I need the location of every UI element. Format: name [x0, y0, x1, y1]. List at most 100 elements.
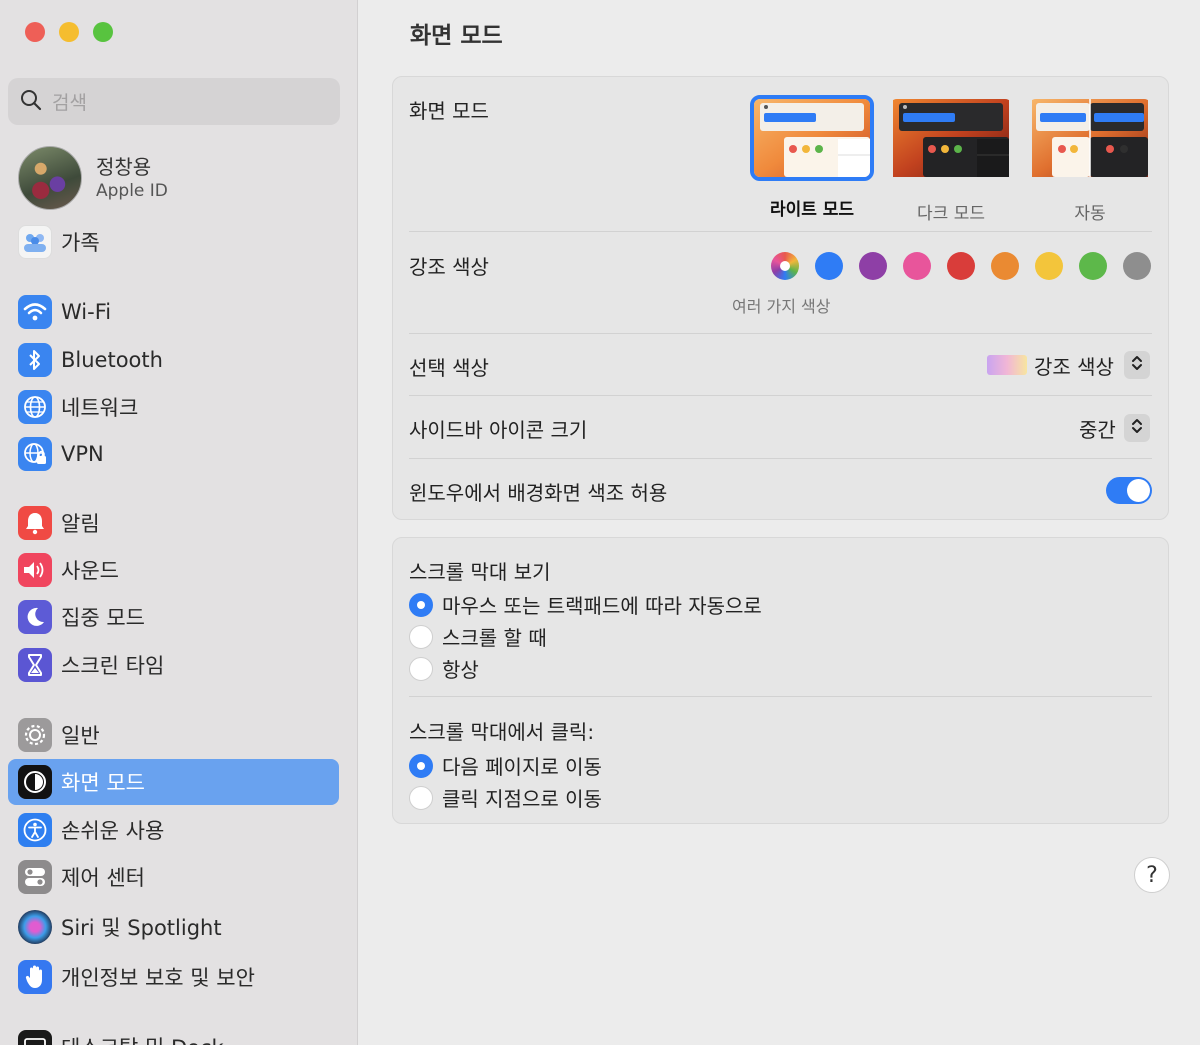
scrollbars-option-when-scrolling[interactable]: 스크롤 할 때	[409, 622, 547, 651]
sidebar-item-label: 알림	[61, 512, 100, 536]
account-name: 정창용	[96, 155, 152, 179]
sidebar-item-focus[interactable]: 집중 모드	[8, 594, 339, 640]
scrollbar-settings-card: 스크롤 막대 보기 마우스 또는 트랙패드에 따라 자동으로 스크롤 할 때 항…	[392, 537, 1169, 824]
bell-icon	[18, 506, 52, 540]
highlight-color-value[interactable]: 강조 색상	[1034, 351, 1114, 380]
divider	[409, 458, 1152, 459]
appearance-label: 화면 모드	[409, 99, 489, 123]
accent-swatch-green[interactable]	[1079, 252, 1107, 280]
divider	[409, 333, 1152, 334]
appearance-icon	[18, 765, 52, 799]
radio-button[interactable]	[409, 753, 433, 778]
highlight-color-preview	[987, 355, 1027, 375]
radio-label: 마우스 또는 트랙패드에 따라 자동으로	[442, 594, 762, 618]
search-icon	[20, 89, 42, 115]
accent-swatch-multicolor[interactable]	[771, 252, 799, 280]
sidebar-item-vpn[interactable]: VPN	[8, 431, 339, 477]
moon-icon	[18, 600, 52, 634]
divider	[409, 395, 1152, 396]
gear-icon	[18, 718, 52, 752]
appearance-option-label: 라이트 모드	[769, 200, 855, 220]
family-icon	[18, 225, 52, 259]
radio-button[interactable]	[409, 785, 433, 810]
appearance-option-light[interactable]: 라이트 모드	[750, 95, 874, 220]
wallpaper-tint-label: 윈도우에서 배경화면 색조 허용	[409, 481, 668, 505]
sidebar-item-general[interactable]: 일반	[8, 712, 339, 758]
search-input[interactable]: 검색	[8, 78, 340, 125]
sidebar-item-control-center[interactable]: 제어 센터	[8, 854, 339, 900]
radio-button[interactable]	[409, 624, 433, 649]
highlight-color-popup-button[interactable]	[1124, 351, 1150, 379]
sidebar-item-accessibility[interactable]: 손쉬운 사용	[8, 807, 339, 853]
minimize-window-button[interactable]	[59, 22, 79, 42]
sidebar-item-wifi[interactable]: Wi-Fi	[8, 289, 339, 335]
globe-icon	[18, 390, 52, 424]
bluetooth-icon	[18, 343, 52, 377]
toggle-knob	[1127, 479, 1150, 502]
accent-color-label: 강조 색상	[409, 255, 489, 279]
accent-swatch-red[interactable]	[947, 252, 975, 280]
sidebar-item-bluetooth[interactable]: Bluetooth	[8, 337, 339, 383]
show-scrollbars-label: 스크롤 막대 보기	[409, 560, 551, 584]
help-button[interactable]: ?	[1134, 857, 1170, 893]
sidebar-item-appearance[interactable]: 화면 모드	[8, 759, 339, 805]
sidebar-item-family[interactable]: 가족	[8, 219, 339, 265]
accent-swatch-yellow[interactable]	[1035, 252, 1063, 280]
sidebar-icon-size-label: 사이드바 아이콘 크기	[409, 418, 588, 442]
chevron-up-down-icon	[1131, 354, 1143, 376]
wallpaper-tint-toggle[interactable]	[1106, 477, 1152, 504]
accent-swatch-graphite[interactable]	[1123, 252, 1151, 280]
highlight-color-label: 선택 색상	[409, 356, 489, 380]
radio-label: 스크롤 할 때	[442, 626, 547, 650]
sidebar-item-label: Siri 및 Spotlight	[61, 916, 222, 940]
accent-swatch-purple[interactable]	[859, 252, 887, 280]
sidebar-item-desktop-dock[interactable]: 데스크탑 및 Dock	[8, 1024, 339, 1045]
speaker-icon	[18, 553, 52, 587]
close-window-button[interactable]	[25, 22, 45, 42]
page-title: 화면 모드	[410, 23, 503, 49]
sidebar-item-label: 사운드	[61, 559, 119, 583]
scrollbars-option-auto[interactable]: 마우스 또는 트랙패드에 따라 자동으로	[409, 590, 762, 619]
accent-swatch-orange[interactable]	[991, 252, 1019, 280]
sidebar-item-label: 제어 센터	[61, 866, 145, 890]
sidebar-item-siri-spotlight[interactable]: Siri 및 Spotlight	[8, 904, 339, 950]
sidebar-item-screen-time[interactable]: 스크린 타임	[8, 642, 339, 688]
vpn-globe-icon	[18, 437, 52, 471]
sidebar-item-sound[interactable]: 사운드	[8, 547, 339, 593]
scroll-click-option-next-page[interactable]: 다음 페이지로 이동	[409, 751, 602, 780]
wifi-icon	[18, 295, 52, 329]
zoom-window-button[interactable]	[93, 22, 113, 42]
dock-icon	[18, 1030, 52, 1045]
chevron-up-down-icon	[1131, 417, 1143, 439]
radio-button[interactable]	[409, 656, 433, 681]
sidebar-item-label: 집중 모드	[61, 606, 145, 630]
dark-mode-thumbnail	[889, 99, 1013, 185]
scrollbar-click-label: 스크롤 막대에서 클릭:	[409, 720, 595, 744]
sidebar-icon-size-value[interactable]: 중간	[1079, 414, 1116, 443]
appearance-option-label: 자동	[1074, 204, 1106, 224]
sidebar-item-notifications[interactable]: 알림	[8, 500, 339, 546]
light-mode-thumbnail	[750, 95, 874, 181]
sidebar-item-privacy-security[interactable]: 개인정보 보호 및 보안	[8, 954, 339, 1000]
sidebar-item-label: 일반	[61, 724, 100, 748]
siri-icon	[18, 910, 52, 944]
hourglass-icon	[18, 648, 52, 682]
sidebar-item-network[interactable]: 네트워크	[8, 384, 339, 430]
sidebar-icon-size-popup-button[interactable]	[1124, 414, 1150, 442]
appearance-option-dark[interactable]: 다크 모드	[889, 95, 1013, 224]
sidebar-item-label: 네트워크	[61, 396, 139, 420]
radio-button[interactable]	[409, 592, 433, 617]
sidebar-item-label: 손쉬운 사용	[61, 819, 165, 843]
sidebar-item-label: 데스크탑 및 Dock	[61, 1032, 224, 1045]
apple-id-account[interactable]: 정창용 Apple ID	[18, 146, 168, 210]
accent-swatch-blue[interactable]	[815, 252, 843, 280]
auto-mode-thumbnail	[1028, 99, 1152, 185]
accent-caption: 여러 가지 색상	[732, 297, 831, 316]
appearance-option-auto[interactable]: 자동	[1028, 95, 1152, 224]
scrollbars-option-always[interactable]: 항상	[409, 654, 479, 683]
divider	[409, 696, 1152, 697]
search-placeholder: 검색	[52, 92, 87, 114]
scroll-click-option-clicked-spot[interactable]: 클릭 지점으로 이동	[409, 783, 602, 812]
sidebar-item-label: 가족	[61, 231, 100, 255]
accent-swatch-pink[interactable]	[903, 252, 931, 280]
